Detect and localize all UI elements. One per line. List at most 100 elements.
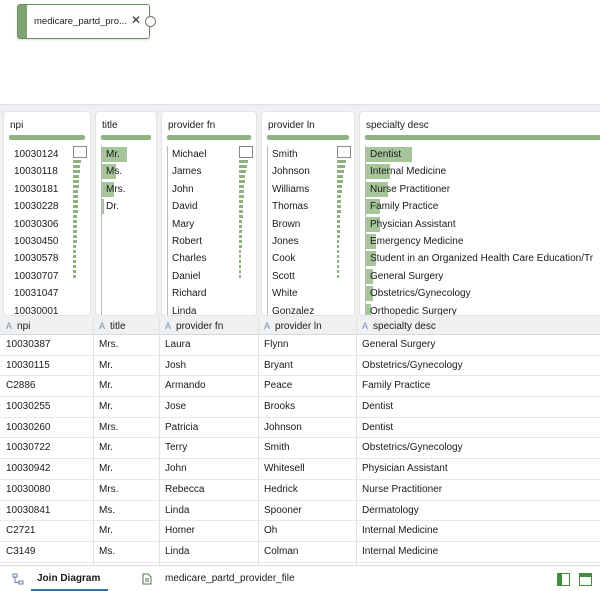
profile-value-item[interactable]: 10030001 [10,303,86,315]
cell-provider-fn[interactable]: Jose [165,397,186,418]
cell-npi[interactable]: 10030260 [6,418,51,439]
cell-npi[interactable]: 10030255 [6,397,51,418]
table-row[interactable]: 10030722 Mr. Terry Smith Obstetrics/Gynecolo… [0,438,600,460]
cell-npi[interactable]: 10030841 [6,501,51,522]
split-view-icon[interactable] [557,573,570,586]
column-header-npi[interactable]: Anpi [6,317,30,335]
cell-specialty-desc[interactable]: Dentist [362,418,393,439]
cell-specialty-desc[interactable]: Physician Assistant [362,459,448,480]
table-row[interactable]: 10030080 Mrs. Rebecca Hedrick Nurse Practiti… [0,480,600,501]
column-header-provider-ln[interactable]: Aprovider ln [264,317,322,335]
profile-value-item[interactable]: Dentist [366,146,600,163]
cell-specialty-desc[interactable]: Nurse Practitioner [362,480,442,501]
cell-npi[interactable]: 10030115 [6,356,50,377]
cell-specialty-desc[interactable]: Internal Medicine [362,521,438,542]
cell-npi[interactable]: C2886 [6,376,35,397]
cell-title[interactable]: Ms. [99,501,115,522]
cell-title[interactable]: Mr. [99,376,113,397]
cell-provider-ln[interactable]: Flynn [264,335,288,356]
profile-value-item[interactable]: Physician Assistant [366,216,600,233]
join-diagram-canvas[interactable]: medicare_partd_pro... ✕ [0,0,600,104]
cell-specialty-desc[interactable]: Obstetrics/Gynecology [362,356,463,377]
cell-title[interactable]: Mr. [99,459,113,480]
cell-npi[interactable]: 10030080 [6,480,51,501]
cell-specialty-desc[interactable]: Dentist [362,397,393,418]
column-header-title[interactable]: Atitle [99,317,126,335]
cell-npi[interactable]: 10030722 [6,438,51,459]
profile-value-item[interactable]: White [268,285,350,302]
table-row[interactable]: C2721 Mr. Homer Oh Internal Medicine [0,521,600,542]
close-icon[interactable]: ✕ [131,14,141,26]
cell-title[interactable]: Mr. [99,438,113,459]
table-row[interactable]: 10030387 Mrs. Laura Flynn General Surgery [0,335,600,356]
cell-npi[interactable]: 10030942 [6,459,51,480]
cell-title[interactable]: Mrs. [99,480,118,501]
cell-title[interactable]: Ms. [99,542,115,563]
cell-title[interactable]: Mr. [99,397,113,418]
cell-provider-fn[interactable]: John [165,459,187,480]
cell-provider-ln[interactable]: Bryant [264,356,293,377]
cell-npi[interactable]: C2721 [6,521,35,542]
profile-value-item[interactable]: Student in an Organized Health Care Educ… [366,250,600,267]
cell-provider-ln[interactable]: Smith [264,438,290,459]
cell-provider-ln[interactable]: Spooner [264,501,302,522]
cell-provider-fn[interactable]: Patricia [165,418,198,439]
column-header-specialty-desc[interactable]: Aspecialty desc [362,317,436,335]
cell-specialty-desc[interactable]: Family Practice [362,376,430,397]
table-row[interactable]: 10030942 Mr. John Whitesell Physician Assist… [0,459,600,480]
cell-provider-ln[interactable]: Colman [264,542,298,563]
node-output-port[interactable] [145,16,156,27]
panel-view-icon[interactable] [579,573,592,586]
profile-value-item[interactable]: Richard [168,285,252,302]
profile-value-item[interactable]: Family Practice [366,198,600,215]
profile-value-item[interactable]: Dr. [102,198,152,215]
profile-card-npi[interactable]: npi 10030124 10030118 10030181 10030228 1003… [3,111,91,316]
cell-provider-fn[interactable]: Homer [165,521,195,542]
cell-provider-fn[interactable]: Rebecca [165,480,204,501]
profile-value-item[interactable]: 10031047 [10,285,86,302]
cell-specialty-desc[interactable]: General Surgery [362,335,435,356]
profile-card-provider-ln[interactable]: provider ln Smith Johnson Williams Thomas Br… [261,111,355,316]
cell-provider-ln[interactable]: Hedrick [264,480,298,501]
profile-value-item[interactable]: Orthopedic Surgery [366,303,600,315]
cell-provider-ln[interactable]: Peace [264,376,292,397]
dataset-node[interactable]: medicare_partd_pro... ✕ [17,4,156,39]
tab-medicare-partd-provider-file[interactable]: medicare_partd_provider_file [165,566,295,591]
cell-provider-fn[interactable]: Linda [165,501,189,522]
cell-title[interactable]: Mr. [99,356,113,377]
cell-provider-fn[interactable]: Josh [165,356,186,377]
cell-specialty-desc[interactable]: Obstetrics/Gynecology [362,438,463,459]
profile-card-specialty-desc[interactable]: specialty desc Dentist Internal Medicine N… [359,111,600,316]
tab-join-diagram[interactable]: Join Diagram [30,566,109,591]
cell-provider-ln[interactable]: Johnson [264,418,302,439]
profile-value-item[interactable]: General Surgery [366,268,600,285]
cell-specialty-desc[interactable]: Internal Medicine [362,542,438,563]
cell-provider-fn[interactable]: Laura [165,335,191,356]
cell-title[interactable]: Mrs. [99,418,118,439]
profile-value-item[interactable]: Emergency Medicine [366,233,600,250]
profile-value-item[interactable]: Internal Medicine [366,163,600,180]
profile-value-item[interactable]: Mr. [102,146,152,163]
profile-value-item[interactable]: Obstetrics/Gynecology [366,285,600,302]
profile-value-item[interactable]: Gonzalez [268,303,350,315]
cell-provider-ln[interactable]: Brooks [264,397,295,418]
cell-provider-ln[interactable]: Oh [264,521,277,542]
cell-provider-fn[interactable]: Armando [165,376,206,397]
table-row[interactable]: 10030260 Mrs. Patricia Johnson Dentist [0,418,600,439]
profile-value-item[interactable]: Linda [168,303,252,315]
cell-specialty-desc[interactable]: Dermatology [362,501,419,522]
cell-provider-fn[interactable]: Linda [165,542,189,563]
cell-provider-ln[interactable]: Whitesell [264,459,305,480]
profile-value-item[interactable]: Mrs. [102,181,152,198]
cell-npi[interactable]: 10030387 [6,335,51,356]
profile-value-item[interactable]: Nurse Practitioner [366,181,600,198]
cell-npi[interactable]: C3149 [6,542,35,563]
cell-title[interactable]: Mrs. [99,335,118,356]
profile-card-title[interactable]: title Mr. Ms. Mrs. Dr. [95,111,157,316]
cell-title[interactable]: Mr. [99,521,113,542]
profile-card-provider-fn[interactable]: provider fn Michael James John David Mary Rob… [161,111,257,316]
table-row[interactable]: 10030841 Ms. Linda Spooner Dermatology [0,501,600,522]
table-row[interactable]: C3149 Ms. Linda Colman Internal Medicine [0,542,600,563]
profile-value-item[interactable]: Ms. [102,163,152,180]
column-header-provider-fn[interactable]: Aprovider fn [165,317,223,335]
